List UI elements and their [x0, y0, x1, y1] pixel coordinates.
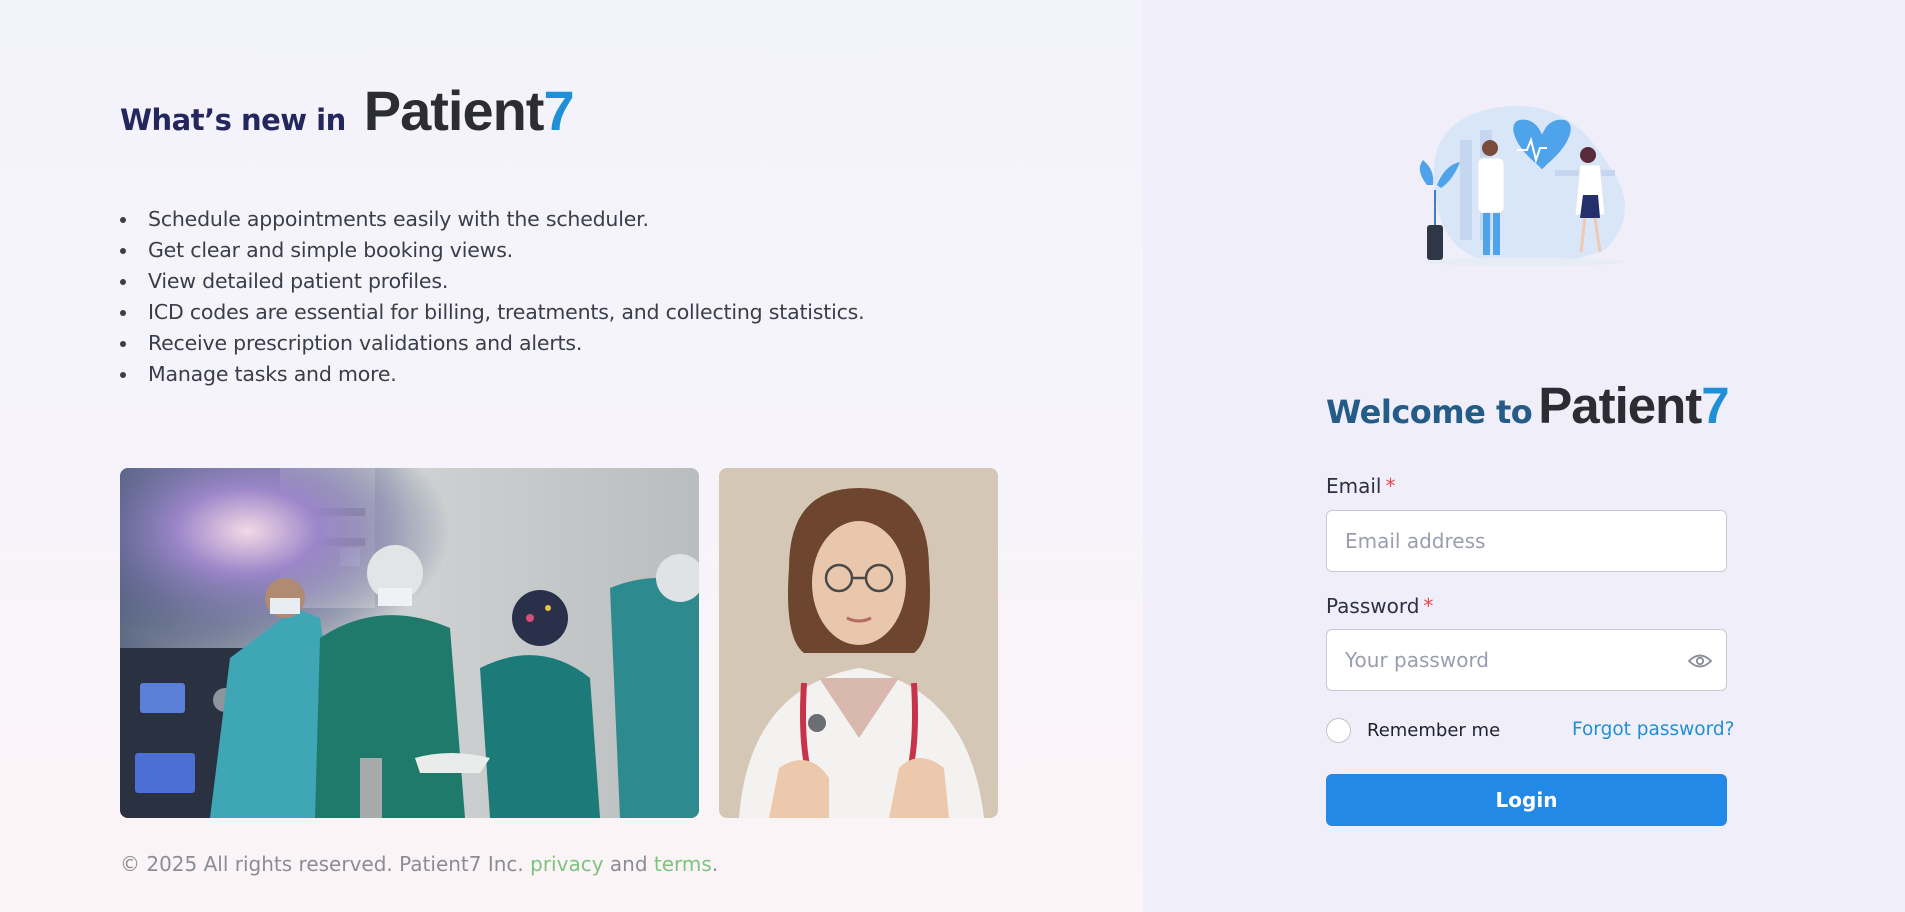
brand-logo-accent: 7 — [543, 79, 574, 142]
privacy-link[interactable]: privacy — [530, 852, 603, 876]
feature-item: Get clear and simple booking views. — [120, 235, 864, 266]
brand-logo: Patient7 — [363, 78, 575, 143]
whats-new-heading: What’s new in Patient7 — [120, 78, 575, 143]
feature-item: Schedule appointments easily with the sc… — [120, 204, 864, 235]
password-field-wrapper — [1326, 629, 1727, 691]
feature-item: View detailed patient profiles. — [120, 266, 864, 297]
brand-logo-text: Patient — [1538, 377, 1702, 434]
brand-logo: Patient7 — [1538, 376, 1729, 435]
welcome-heading: Welcome to Patient7 — [1326, 376, 1730, 435]
email-field-wrapper — [1326, 510, 1727, 572]
terms-link[interactable]: terms — [654, 852, 712, 876]
remember-me[interactable]: Remember me — [1326, 718, 1500, 743]
copyright-text: © 2025 All rights reserved. Patient7 Inc… — [120, 852, 524, 876]
doctor-portrait-photo — [719, 468, 998, 818]
feature-list: Schedule appointments easily with the sc… — [120, 204, 865, 390]
surgery-team-photo — [120, 468, 699, 818]
remember-me-checkbox[interactable] — [1326, 718, 1351, 743]
footer: © 2025 All rights reserved. Patient7 Inc… — [120, 852, 718, 876]
password-field[interactable] — [1345, 648, 1708, 672]
password-label: Password * — [1326, 594, 1433, 618]
email-label: Email * — [1326, 474, 1396, 498]
welcome-prefix: Welcome to — [1326, 393, 1533, 431]
password-label-text: Password — [1326, 594, 1420, 618]
brand-logo-text: Patient — [363, 79, 545, 142]
required-marker: * — [1385, 474, 1396, 498]
whats-new-panel: What’s new in Patient7 Schedule appointm… — [0, 0, 1143, 912]
eye-icon[interactable] — [1687, 652, 1713, 670]
whats-new-prefix: What’s new in — [120, 103, 346, 137]
forgot-password-link[interactable]: Forgot password? — [1572, 719, 1734, 740]
email-label-text: Email — [1326, 474, 1382, 498]
footer-period: . — [711, 852, 719, 876]
feature-item: Manage tasks and more. — [120, 359, 864, 390]
footer-and-text: and — [609, 852, 648, 876]
email-field[interactable] — [1345, 529, 1708, 553]
doctors-heart-illustration — [1405, 100, 1645, 275]
required-marker: * — [1423, 594, 1434, 618]
brand-logo-accent: 7 — [1701, 377, 1729, 434]
feature-item: Receive prescription validations and ale… — [120, 328, 864, 359]
login-button[interactable]: Login — [1326, 774, 1727, 826]
remember-me-label: Remember me — [1367, 720, 1501, 741]
feature-item: ICD codes are essential for billing, tre… — [120, 297, 865, 328]
